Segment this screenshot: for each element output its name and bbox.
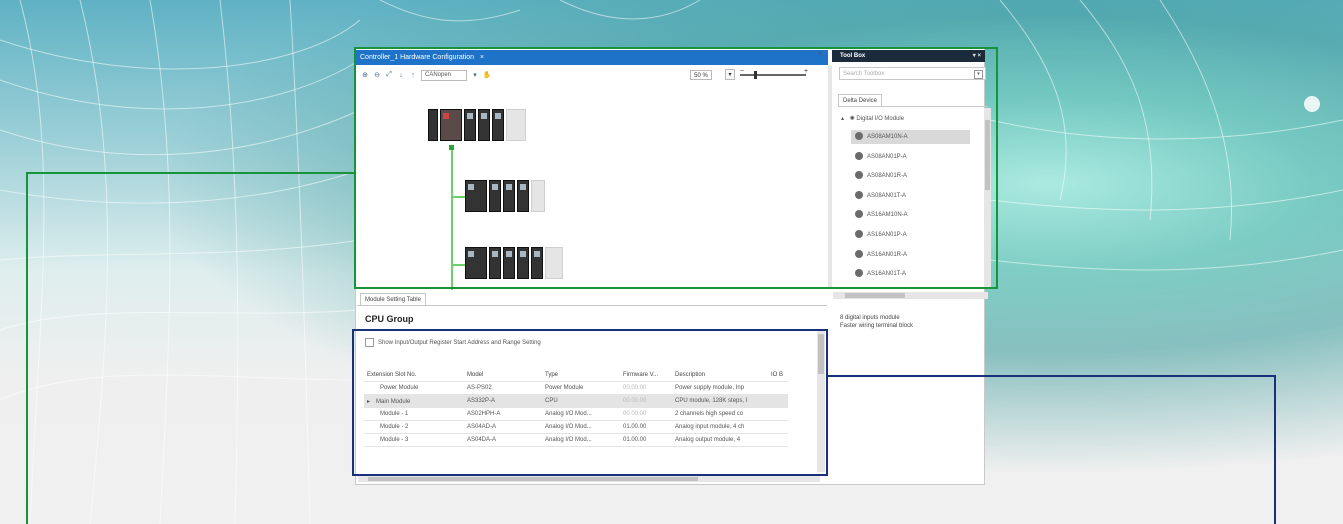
highlight-frame-navy bbox=[352, 329, 828, 476]
table-hscroll-thumb[interactable] bbox=[368, 477, 698, 481]
description-line: Faster wiring terminal block bbox=[840, 323, 914, 329]
group-title: CPU Group bbox=[365, 314, 414, 324]
description-line: 8 digital inputs module bbox=[840, 315, 900, 321]
callout-line-green bbox=[26, 172, 356, 174]
toolbox-description: 8 digital inputs module Faster wiring te… bbox=[840, 314, 913, 330]
callout-line-navy bbox=[826, 375, 1276, 377]
toolbox-hscroll-thumb[interactable] bbox=[845, 293, 905, 298]
callout-line-green bbox=[26, 172, 28, 524]
tab-divider bbox=[357, 305, 827, 306]
callout-line-navy bbox=[1274, 375, 1276, 524]
highlight-frame-green bbox=[354, 47, 998, 289]
